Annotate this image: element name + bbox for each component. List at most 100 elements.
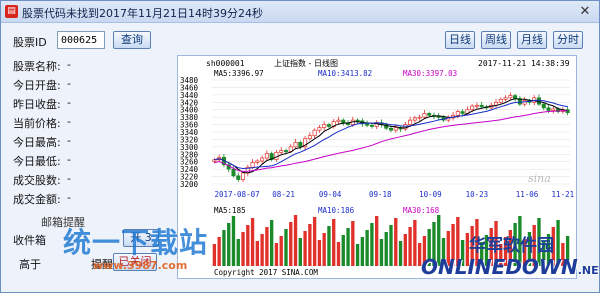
- watermark-right-com: .NET: [577, 264, 599, 277]
- volume-bar: [408, 227, 412, 266]
- volume-bar: [360, 237, 365, 266]
- candle-body: [298, 142, 303, 148]
- candle-body: [503, 97, 508, 100]
- candle-body: [513, 95, 518, 99]
- volume-bar: [217, 237, 221, 266]
- stock-app-icon: ▤: [5, 5, 18, 18]
- field-value-price: -: [67, 115, 71, 128]
- volume-bar: [336, 242, 341, 266]
- candle-body: [422, 113, 427, 118]
- volume-bar: [274, 243, 279, 266]
- field-label-name: 股票名称:: [13, 60, 61, 73]
- candle-body: [541, 103, 546, 109]
- candle-body: [236, 175, 241, 180]
- x-tick-label: 11-06: [516, 190, 539, 199]
- volume-bar: [332, 219, 336, 266]
- field-value-low: -: [67, 153, 71, 166]
- chart-code: sh000001: [206, 59, 245, 68]
- chart-datetime: 2017-11-21 14:38:39: [478, 59, 570, 68]
- candle-body: [336, 119, 341, 122]
- volume-bar: [375, 216, 379, 266]
- volume-bar: [398, 241, 403, 266]
- volume-bar: [222, 230, 226, 266]
- volume-bar: [236, 239, 240, 266]
- volume-bar: [298, 238, 302, 266]
- weekly-line-button[interactable]: 周线: [481, 31, 511, 49]
- volume-bar: [394, 218, 398, 266]
- query-button[interactable]: 查询: [113, 31, 151, 49]
- monthly-line-button[interactable]: 月线: [517, 31, 547, 49]
- x-tick-label: 10-09: [419, 190, 442, 199]
- field-label-low: 今日最低:: [13, 155, 61, 168]
- candle-body: [455, 111, 460, 116]
- close-icon[interactable]: ✕: [577, 4, 593, 20]
- volume-bar: [322, 233, 326, 266]
- candle-body: [231, 168, 236, 177]
- volume-bar: [379, 239, 384, 266]
- volume-bar: [255, 241, 260, 266]
- stock-id-input[interactable]: [57, 31, 105, 49]
- field-label-amount: 成交金额:: [13, 193, 61, 206]
- volume-bar: [384, 232, 388, 266]
- x-tick-label: 09-18: [369, 190, 392, 199]
- volume-bar: [260, 234, 264, 266]
- volume-bar: [317, 240, 322, 266]
- mailbox-label: 收件箱: [13, 234, 46, 247]
- x-tick-label: 11-21: [552, 190, 575, 199]
- candle-body: [388, 127, 394, 131]
- volume-bar: [269, 220, 274, 266]
- field-label-open: 今日开盘:: [13, 79, 61, 92]
- volume-bar: [250, 218, 255, 266]
- y-tick-label: 3200: [180, 180, 199, 189]
- volume-bar: [308, 224, 312, 266]
- candle-body: [283, 150, 289, 152]
- intraday-button[interactable]: 分时: [553, 31, 583, 49]
- volume-bar: [365, 230, 369, 266]
- volume-bar: [413, 220, 417, 266]
- watermark-right-cn: 华军软件园: [469, 236, 554, 256]
- candle-body: [312, 129, 317, 137]
- volume-bar: [241, 232, 245, 266]
- candle-body: [460, 111, 465, 114]
- watermark-right-en-text: ONLINEDOWN: [421, 255, 578, 279]
- window-title: 股票代码未找到2017年11月21日14时39分24秒: [22, 7, 263, 20]
- candle-body: [498, 98, 503, 103]
- vol-ma30-label: MA30:168: [403, 206, 440, 215]
- volume-bar: [265, 227, 269, 266]
- candle-body: [479, 104, 484, 108]
- volume-bar: [212, 244, 217, 266]
- field-label-volume: 成交股数:: [13, 174, 61, 187]
- candle-body: [427, 113, 432, 116]
- volume-bar: [312, 217, 317, 266]
- y-axis: 3480346034403420340033803360334033203300…: [180, 76, 199, 189]
- ma5-label: MA5:3396.97: [214, 69, 264, 78]
- volume-bar: [303, 231, 307, 266]
- candle-body: [408, 119, 413, 125]
- x-tick-label: 08-21: [272, 190, 295, 199]
- field-value-volume: -: [67, 172, 71, 185]
- field-value-high: -: [67, 134, 71, 147]
- candle-body: [241, 172, 246, 180]
- candle-body: [417, 116, 422, 119]
- x-tick-label: 09-04: [319, 190, 342, 199]
- field-value-amount: -: [67, 191, 71, 204]
- candle-body: [293, 142, 298, 148]
- daily-line-button[interactable]: 日线: [445, 31, 475, 49]
- candle-body: [260, 157, 265, 162]
- watermark-right-en: ONLINEDOWN.NET: [421, 255, 599, 279]
- candle-body: [474, 104, 479, 107]
- volume-bar: [355, 244, 360, 266]
- candle-body: [255, 160, 260, 163]
- candle-body: [317, 127, 322, 131]
- candle-body: [551, 108, 556, 111]
- candle-body: [470, 105, 475, 111]
- app-window: ▤ 股票代码未找到2017年11月21日14时39分24秒 ✕ 股票ID 查询 …: [0, 0, 600, 293]
- candle-body: [307, 135, 312, 140]
- watermark-left-logo: 统一下载站: [63, 226, 209, 259]
- title-bar: ▤ 股票代码未找到2017年11月21日14时39分24秒 ✕: [1, 1, 599, 23]
- volume-bar: [341, 235, 345, 266]
- volume-bar: [289, 222, 293, 266]
- stock-id-label: 股票ID: [13, 36, 47, 49]
- volume-bar: [227, 223, 231, 266]
- field-value-name: -: [67, 58, 71, 71]
